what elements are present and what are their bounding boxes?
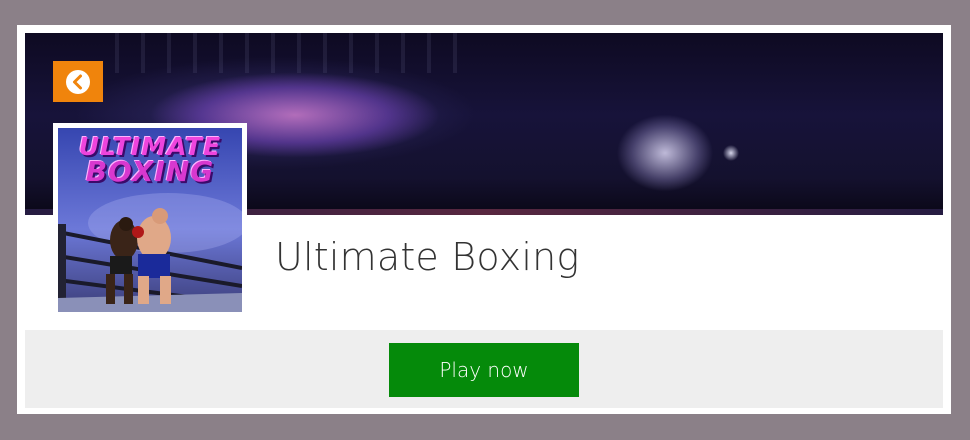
game-thumbnail: ULTIMATE BOXING [53, 123, 247, 316]
game-card: ULTIMATE BOXING Ultimate Boxing Play now [17, 25, 951, 414]
play-now-button[interactable]: Play now [389, 343, 579, 397]
game-thumbnail-image: ULTIMATE BOXING [58, 128, 242, 312]
chevron-left-circle-icon [66, 69, 90, 94]
action-bar: Play now [25, 330, 943, 408]
banner-crowd-lights [115, 33, 475, 73]
game-title: Ultimate Boxing [275, 235, 580, 279]
thumbnail-logo-line2: BOXING [85, 155, 215, 188]
thumbnail-logo: ULTIMATE BOXING [58, 134, 242, 188]
back-button[interactable] [53, 61, 103, 102]
